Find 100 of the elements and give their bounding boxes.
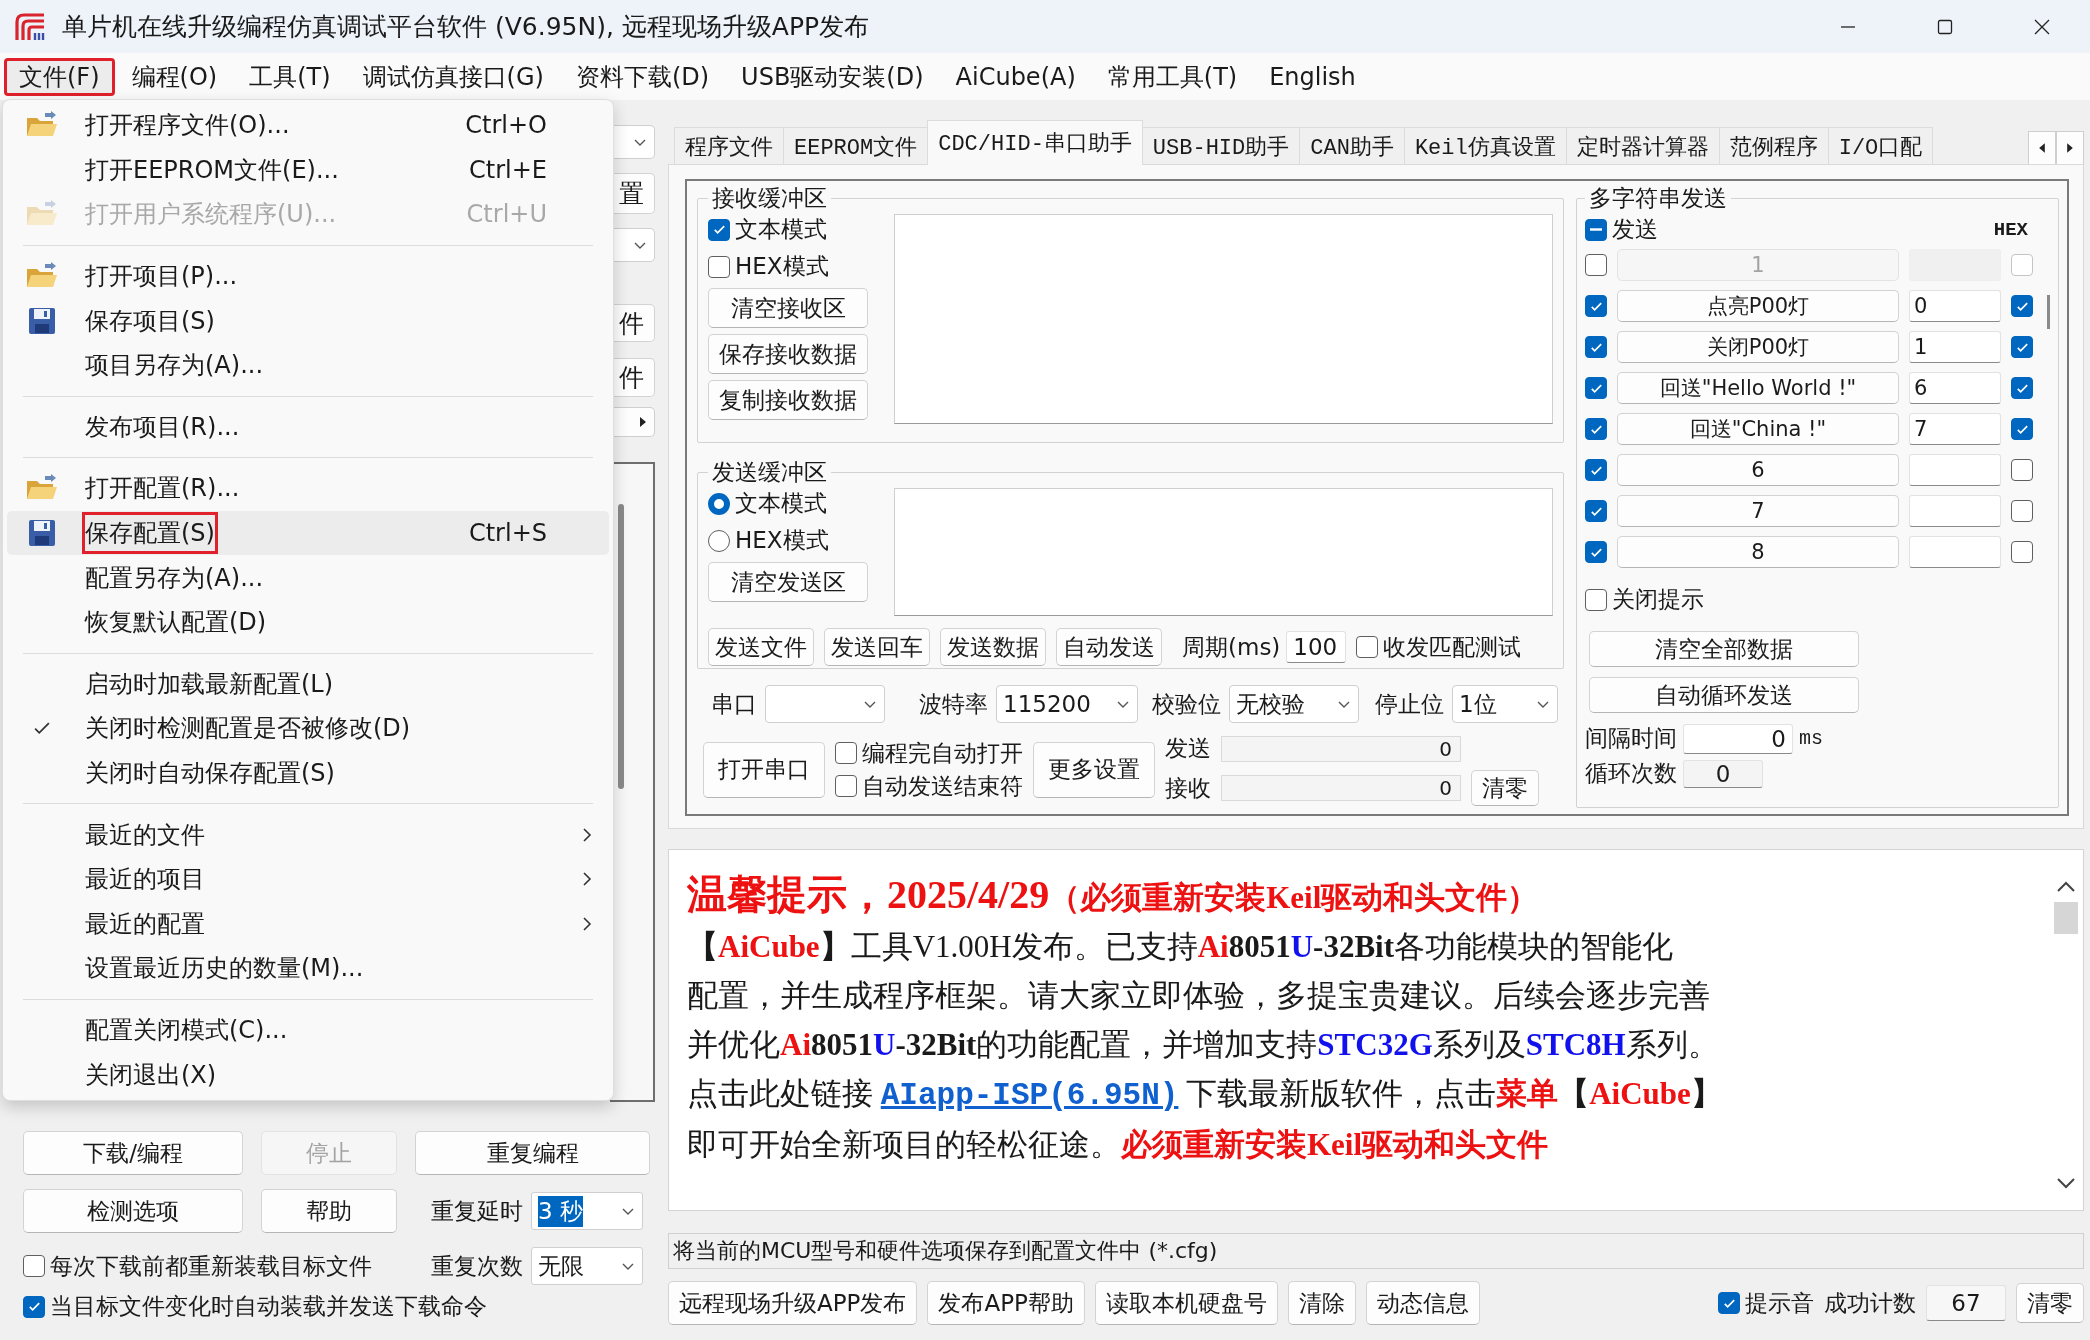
menu-item[interactable]: 编程(O): [116, 53, 233, 100]
tab[interactable]: I/O口配: [1827, 127, 1934, 165]
input-field[interactable]: [1909, 495, 2001, 527]
checkbox[interactable]: [23, 1255, 45, 1277]
button[interactable]: 打开串口: [703, 741, 825, 798]
input-field[interactable]: 6: [1909, 372, 2001, 404]
dropdown[interactable]: 1位: [1452, 685, 1558, 723]
menu-item[interactable]: 配置关闭模式(C)...: [7, 1007, 609, 1053]
button[interactable]: 点亮P00灯: [1617, 290, 1899, 322]
dropdown[interactable]: 无校验: [1229, 685, 1359, 723]
checkbox[interactable]: [2011, 295, 2033, 317]
checkbox[interactable]: [708, 255, 730, 278]
menu-item[interactable]: 配置另存为(A)...: [7, 555, 609, 600]
checkbox[interactable]: [1585, 377, 1607, 399]
menu-item[interactable]: 文件(F): [4, 57, 115, 96]
menu-item[interactable]: 常用工具(T): [1092, 53, 1253, 100]
menu-item[interactable]: 关闭退出(X): [7, 1052, 609, 1097]
checkbox[interactable]: [1585, 418, 1607, 440]
checkbox[interactable]: [2011, 418, 2033, 440]
menu-item[interactable]: English: [1254, 55, 1371, 98]
dropdown[interactable]: 无限: [531, 1247, 643, 1285]
button[interactable]: 清空全部数据: [1589, 631, 1859, 667]
menu-item[interactable]: 最近的文件: [7, 812, 609, 857]
button[interactable]: 关闭P00灯: [1617, 331, 1899, 363]
checkbox[interactable]: [23, 1295, 45, 1318]
menu-item[interactable]: 调试仿真接口(G): [347, 53, 559, 100]
button[interactable]: 远程现场升级APP发布: [668, 1281, 918, 1325]
button[interactable]: 清空发送区: [708, 562, 868, 602]
input-field[interactable]: [1909, 536, 2001, 568]
menu-item[interactable]: 启动时加载最新配置(L): [7, 661, 609, 707]
checkbox[interactable]: [835, 775, 857, 797]
checkbox[interactable]: [2011, 377, 2033, 399]
button[interactable]: 发布APP帮助: [927, 1281, 1085, 1325]
dropdown[interactable]: 115200: [996, 685, 1138, 723]
menu-item[interactable]: 最近的配置: [7, 901, 609, 947]
radio-button[interactable]: [708, 529, 730, 552]
menu-item[interactable]: 恢复默认配置(D): [7, 599, 609, 645]
button[interactable]: 回送"China !": [1617, 413, 1899, 445]
menu-item[interactable]: 打开EEPROM文件(E)... Ctrl+E: [7, 147, 609, 193]
button[interactable]: 保存接收数据: [708, 334, 868, 374]
menu-item[interactable]: 资料下载(D): [560, 53, 725, 100]
button[interactable]: 帮助: [261, 1189, 397, 1233]
button[interactable]: 回送"Hello World !": [1617, 372, 1899, 404]
checkbox[interactable]: [1718, 1292, 1740, 1314]
checkbox[interactable]: [1585, 541, 1607, 563]
checkbox[interactable]: [1585, 588, 1607, 611]
menu-item[interactable]: 项目另存为(A)...: [7, 342, 609, 388]
menu-item[interactable]: 打开项目(P)...: [7, 253, 609, 299]
button[interactable]: 动态信息: [1365, 1281, 1480, 1325]
menu-item[interactable]: AiCube(A): [940, 55, 1091, 98]
checkbox[interactable]: [2011, 336, 2033, 358]
scroll-left-icon[interactable]: [2028, 131, 2056, 165]
button[interactable]: 自动循环发送: [1589, 677, 1859, 713]
button[interactable]: 清零: [2016, 1283, 2084, 1323]
checkbox[interactable]: [1585, 459, 1607, 481]
input-field[interactable]: 0: [1683, 723, 1793, 754]
button[interactable]: 发送回车: [824, 628, 930, 666]
radio-button[interactable]: [708, 492, 730, 515]
button[interactable]: 发送数据: [940, 628, 1046, 666]
scroll-up-icon[interactable]: [2055, 880, 2077, 894]
tab[interactable]: 程序文件: [674, 127, 784, 165]
scrollbar-thumb[interactable]: [2054, 902, 2078, 934]
input-field[interactable]: 100: [1286, 631, 1347, 663]
link[interactable]: AIapp-ISP(6.95N): [880, 1078, 1179, 1113]
button[interactable]: 自动发送: [1056, 628, 1162, 666]
menu-item[interactable]: 工具(T): [234, 53, 346, 100]
checkbox[interactable]: [1585, 218, 1607, 241]
menu-item[interactable]: 关闭时检测配置是否被修改(D): [7, 706, 609, 751]
button[interactable]: 复制接收数据: [708, 380, 868, 420]
input-field[interactable]: [1909, 454, 2001, 486]
button[interactable]: 清零: [1471, 770, 1539, 806]
checkbox[interactable]: [1585, 500, 1607, 522]
button[interactable]: 更多设置: [1033, 741, 1155, 798]
checkbox[interactable]: [1585, 336, 1607, 358]
menu-item[interactable]: 设置最近历史的数量(M)...: [7, 946, 609, 991]
checkbox[interactable]: [2011, 541, 2033, 563]
button[interactable]: 清除: [1287, 1281, 1356, 1325]
button[interactable]: 清空接收区: [708, 288, 868, 328]
button[interactable]: 6: [1617, 454, 1899, 486]
menu-item[interactable]: USB驱动安装(D): [726, 53, 939, 100]
menu-item[interactable]: 关闭时自动保存配置(S): [7, 750, 609, 796]
menu-item[interactable]: 保存配置(S) Ctrl+S: [7, 510, 609, 556]
menu-item[interactable]: 发布项目(R)...: [7, 404, 609, 450]
menu-item[interactable]: 保存项目(S): [7, 298, 609, 343]
button[interactable]: 重复编程: [415, 1131, 650, 1175]
dropdown[interactable]: 3 秒: [531, 1192, 643, 1230]
checkbox[interactable]: [1585, 295, 1607, 317]
checkbox[interactable]: [1356, 636, 1379, 658]
checkbox[interactable]: [708, 218, 730, 241]
checkbox[interactable]: [2011, 500, 2033, 522]
checkbox[interactable]: [2011, 459, 2033, 481]
scrollbar-thumb[interactable]: [2047, 295, 2050, 329]
menu-item[interactable]: 打开配置(R)...: [7, 466, 609, 511]
input-field[interactable]: 7: [1909, 413, 2001, 445]
button[interactable]: 检测选项: [23, 1189, 243, 1233]
button[interactable]: 8: [1617, 536, 1899, 568]
input-field[interactable]: 0: [1909, 290, 2001, 322]
checkbox[interactable]: [835, 742, 857, 764]
scroll-right-icon[interactable]: [2056, 131, 2084, 165]
button[interactable]: 发送文件: [708, 628, 814, 666]
